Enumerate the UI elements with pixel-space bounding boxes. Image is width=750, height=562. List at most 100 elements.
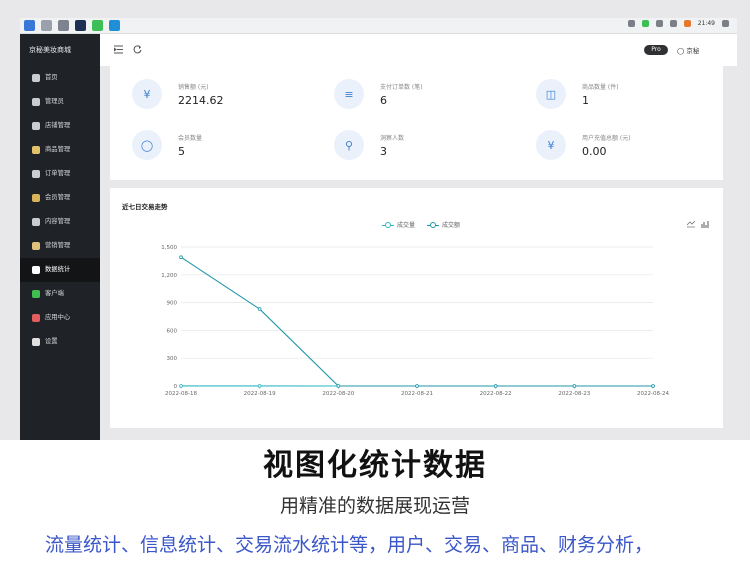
stat-glyph: ¥ [143,87,151,101]
pro-badge[interactable]: Pro [644,45,668,55]
data-point [493,384,498,388]
sidebar-item[interactable]: 订单管理 [20,162,100,186]
network-icon[interactable] [655,20,663,27]
sidebar-item-label: 首页 [45,74,58,81]
stat-glyph: ¥ [547,138,555,152]
tray-chevron-icon[interactable] [627,20,635,27]
start-icon[interactable] [24,20,35,31]
sidebar-item[interactable]: 首页 [20,66,100,90]
data-point [179,255,183,259]
x-tick-label: 2022-08-22 [480,391,512,397]
sidebar-item[interactable]: 营销管理 [20,234,100,258]
stat-value: 5 [178,145,185,158]
y-tick-label: 1,200 [161,273,177,279]
stat-glyph: ≡ [344,87,354,101]
data-point [651,384,655,388]
home-icon [32,74,40,82]
stat-label: 洞察人数 [380,135,405,142]
yen-icon: ¥ [132,79,162,109]
clock[interactable]: 21:49 [698,20,715,27]
sidebar: 京秘美妆商城 首页 管理员 店铺管理 商品管理 订单管理 会员管理 内容管理 营销管理 数据统计… [20,34,100,440]
topbar: Pro ◯ 京秘 [100,34,737,66]
stat-value: 1 [582,94,589,107]
caption-headline: 视图化统计数据 [263,448,487,483]
apps-icon [32,314,40,322]
user-icon: ◯ [677,47,685,55]
sidebar-item[interactable]: 商品管理 [20,138,100,162]
x-tick-label: 2022-08-21 [401,391,433,397]
stat-glyph: ◯ [140,138,154,152]
app-screen: 21:49 京秘美妆商城 首页 管理员 店铺管理 商品管理 订单管理 会员管理 内容管理 营销… [0,0,750,440]
os-taskbar: 21:49 [20,18,737,34]
task-view-icon[interactable] [58,20,69,31]
stat-glyph: ◫ [545,87,557,101]
x-tick-label: 2022-08-19 [244,391,276,397]
user-icon [32,98,40,106]
sidebar-item[interactable]: 设置 [20,330,100,354]
refresh-icon[interactable] [133,45,142,54]
stat-value: 6 [380,94,387,107]
sidebar-item-label: 数据统计 [45,266,71,273]
tray-wechat-icon[interactable] [641,20,649,27]
stat-label: 商品数量 (件) [582,84,619,91]
edge-icon[interactable] [109,20,120,31]
store-icon [32,122,40,130]
caption-subline: 用精准的数据展现运营 [279,495,470,517]
sidebar-item-label: 店铺管理 [45,122,71,129]
stat-item: ¥ 用户充值总额 (元) 0.00 [536,130,716,170]
data-point [415,384,419,388]
stat-glyph: ⚲ [344,138,354,152]
document-icon: ≡ [334,79,364,109]
sidebar-item[interactable]: 数据统计 [20,258,100,282]
sidebar-item[interactable]: 客户端 [20,282,100,306]
stat-item: ◯ 会员数量 5 [132,130,312,170]
user-menu[interactable]: ◯ 京秘 [677,45,699,55]
sidebar-item[interactable]: 会员管理 [20,186,100,210]
yen-circle-icon: ¥ [536,130,566,160]
username: 京秘 [686,47,700,55]
person-icon: ◯ [132,130,162,160]
search-icon[interactable] [41,20,52,31]
sidebar-item[interactable]: 店铺管理 [20,114,100,138]
menu-collapse-icon[interactable] [114,45,123,54]
x-tick-label: 2022-08-24 [637,391,669,397]
wechat-icon[interactable] [92,20,103,31]
series-line [180,256,653,387]
stat-label: 会员数量 [178,135,203,142]
sidebar-item-label: 订单管理 [45,170,71,177]
x-tick-label: 2022-08-18 [165,391,197,397]
stat-item: ≡ 支付订单数 (笔) 6 [334,79,514,119]
settings-icon [32,338,40,346]
sidebar-item[interactable]: 应用中心 [20,306,100,330]
member-icon [32,194,40,202]
tray-app-icon[interactable] [683,20,691,27]
sidebar-item-label: 设置 [45,338,58,345]
sidebar-item-label: 商品管理 [45,146,71,153]
sidebar-item[interactable]: 管理员 [20,90,100,114]
basket-icon [32,146,40,154]
notification-icon[interactable] [722,20,729,27]
stat-value: 3 [380,145,387,158]
trend-chart-card: 近七日交易走势 成交量 成交额 0 300 600 900 1,200 1,500 2022… [110,188,723,428]
person-search-icon: ⚲ [334,130,364,160]
data-point [179,384,183,388]
line-chart: 0 300 600 900 1,200 1,500 2022-08-18 2022-08-19… [161,245,669,397]
y-tick-label: 300 [167,356,178,362]
stat-label: 用户充值总额 (元) [582,135,631,142]
sidebar-item-label: 管理员 [45,98,64,105]
x-tick-label: 2022-08-20 [322,391,354,397]
x-tick-label: 2022-08-23 [558,391,590,397]
client-icon [32,290,40,298]
stat-item: ◫ 商品数量 (件) 1 [536,79,716,119]
stat-label: 销售额 (元) [178,84,209,91]
order-icon [32,170,40,178]
caption-detail: 流量统计、信息统计、交易流水统计等，用户、交易、商品、财务分析， [45,534,654,556]
photoshop-icon[interactable] [75,20,86,31]
y-tick-label: 600 [167,328,178,334]
volume-icon[interactable] [669,20,677,27]
y-tick-label: 1,500 [161,245,177,251]
sidebar-item-label: 客户端 [45,290,64,297]
sidebar-item[interactable]: 内容管理 [20,210,100,234]
stat-value: 2214.62 [178,94,224,107]
y-tick-label: 900 [167,301,178,307]
